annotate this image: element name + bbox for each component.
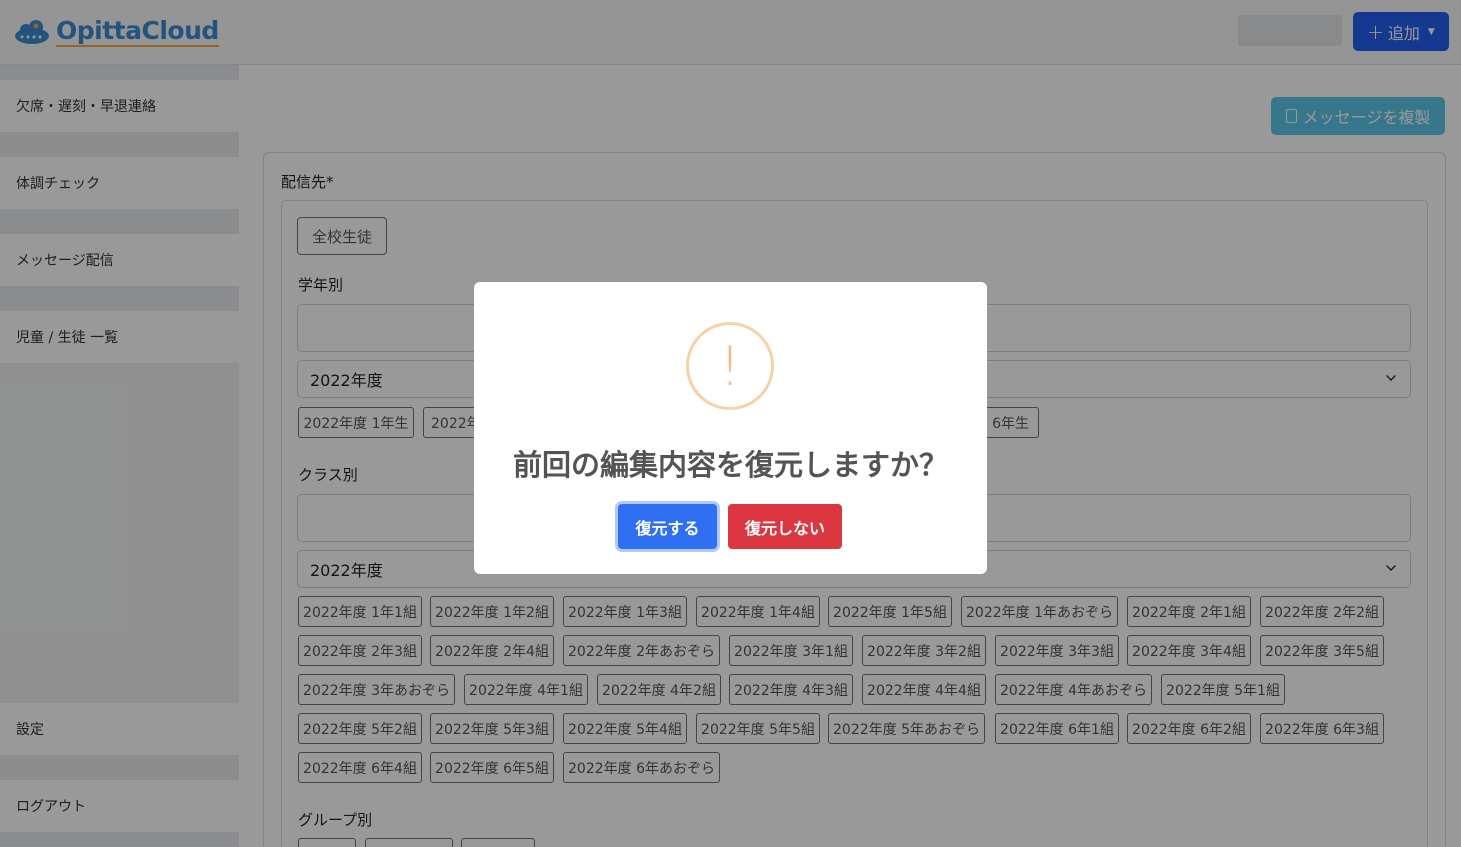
dont-restore-button[interactable]: 復元しない [728, 504, 842, 549]
exclamation-icon: ! [686, 322, 774, 410]
restore-dialog: ! 前回の編集内容を復元しますか？ 復元する 復元しない [474, 282, 987, 574]
exclamation-glyph: ! [719, 334, 741, 398]
restore-button[interactable]: 復元する [618, 504, 717, 549]
dialog-title: 前回の編集内容を復元しますか？ [512, 448, 948, 482]
